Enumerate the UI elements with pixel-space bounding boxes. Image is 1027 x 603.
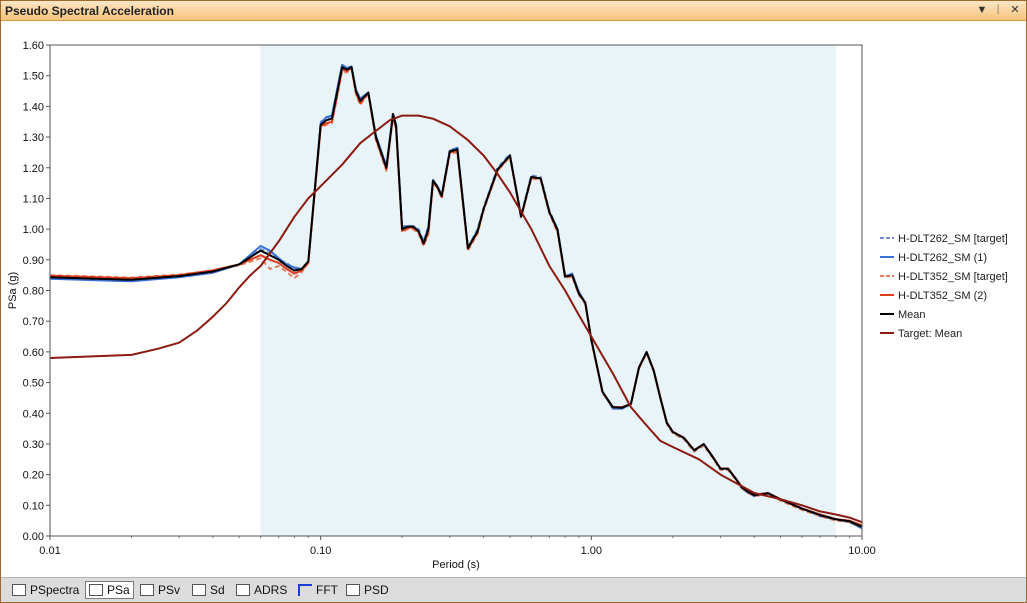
psa-icon xyxy=(89,584,103,596)
legend-entry: H-DLT262_SM [target] xyxy=(898,233,1008,245)
shaded-band xyxy=(260,45,836,536)
sd-icon xyxy=(192,584,206,596)
y-tick-label: 0.50 xyxy=(23,378,44,390)
y-tick-label: 1.00 xyxy=(23,224,44,236)
tab-label: PSa xyxy=(107,583,130,597)
tab-pspectra[interactable]: PSpectra xyxy=(9,581,82,599)
y-tick-label: 0.30 xyxy=(23,439,44,451)
view-tabbar: PSpectra PSa PSv Sd ADRS FFT PSD xyxy=(1,577,1026,602)
legend-entry: H-DLT352_SM (2) xyxy=(898,290,987,302)
y-tick-label: 0.60 xyxy=(23,347,44,359)
y-tick-label: 1.10 xyxy=(23,193,44,205)
x-tick-label: 0.01 xyxy=(39,545,60,557)
x-tick-label: 1.00 xyxy=(581,545,602,557)
spectra-icon xyxy=(12,584,26,596)
y-tick-labels: 0.00 0.10 0.20 0.30 0.40 0.50 0.60 0.70 0.80 0.90… xyxy=(23,40,44,543)
legend: H-DLT262_SM [target] H-DLT262_SM (1) H-DLT… xyxy=(880,233,1008,340)
psa-chart: 0.01 0.10 1.00 10.00 0.000.100.200.300.400.… xyxy=(7,40,1008,571)
y-tick-label: 1.50 xyxy=(23,71,44,83)
pane-window: Pseudo Spectral Acceleration ▼ ᛁ ✕ 0.01 0… xyxy=(0,0,1027,603)
tab-adrs[interactable]: ADRS xyxy=(233,581,290,599)
pane-titlebar: Pseudo Spectral Acceleration ▼ ᛁ ✕ xyxy=(1,1,1026,21)
y-tick-label: 0.00 xyxy=(23,531,44,543)
legend-entry: H-DLT262_SM (1) xyxy=(898,252,987,264)
tab-label: ADRS xyxy=(254,583,288,597)
tab-label: PSD xyxy=(364,583,389,597)
tab-psd[interactable]: PSD xyxy=(343,581,392,599)
y-tick-label: 0.40 xyxy=(23,408,44,420)
tab-label: FFT xyxy=(316,583,338,597)
pane-title: Pseudo Spectral Acceleration xyxy=(5,4,174,18)
x-tick-label: 10.00 xyxy=(848,545,876,557)
y-tick-label: 0.20 xyxy=(23,470,44,482)
tab-fft[interactable]: FFT xyxy=(295,581,341,599)
dropdown-icon[interactable]: ▼ xyxy=(975,3,989,18)
tab-psv[interactable]: PSv xyxy=(137,581,183,599)
tab-label: PSv xyxy=(158,583,181,597)
legend-entry: H-DLT352_SM [target] xyxy=(898,271,1008,283)
chart-area: 0.01 0.10 1.00 10.00 0.00 0.10 0.20 0.30 0.40 0.… xyxy=(2,21,1025,577)
tab-sd[interactable]: Sd xyxy=(189,581,228,599)
x-axis-label: Period (s) xyxy=(432,559,480,571)
adrs-icon xyxy=(236,584,250,596)
y-tick-label: 0.80 xyxy=(23,286,44,298)
x-tick-label: 0.10 xyxy=(310,545,331,557)
psv-icon xyxy=(140,584,154,596)
y-axis-label: PSa (g) xyxy=(7,272,19,309)
tab-label: PSpectra xyxy=(30,583,80,597)
pin-icon[interactable]: ᛁ xyxy=(991,3,1005,18)
legend-entry: Target: Mean xyxy=(898,328,962,340)
y-tick-label: 1.20 xyxy=(23,163,44,175)
y-tick-label: 1.30 xyxy=(23,132,44,144)
y-tick-label: 0.90 xyxy=(23,255,44,267)
y-tick-label: 1.40 xyxy=(23,101,44,113)
x-tick-labels: 0.01 0.10 1.00 10.00 xyxy=(39,545,875,557)
fft-icon xyxy=(298,584,312,596)
y-tick-label: 1.60 xyxy=(23,40,44,52)
psd-icon xyxy=(346,584,360,596)
y-tick-label: 0.70 xyxy=(23,316,44,328)
tab-label: Sd xyxy=(210,583,225,597)
legend-entry: Mean xyxy=(898,309,926,321)
tab-psa[interactable]: PSa xyxy=(85,581,134,599)
close-icon[interactable]: ✕ xyxy=(1008,3,1022,18)
y-tick-label: 0.10 xyxy=(23,500,44,512)
